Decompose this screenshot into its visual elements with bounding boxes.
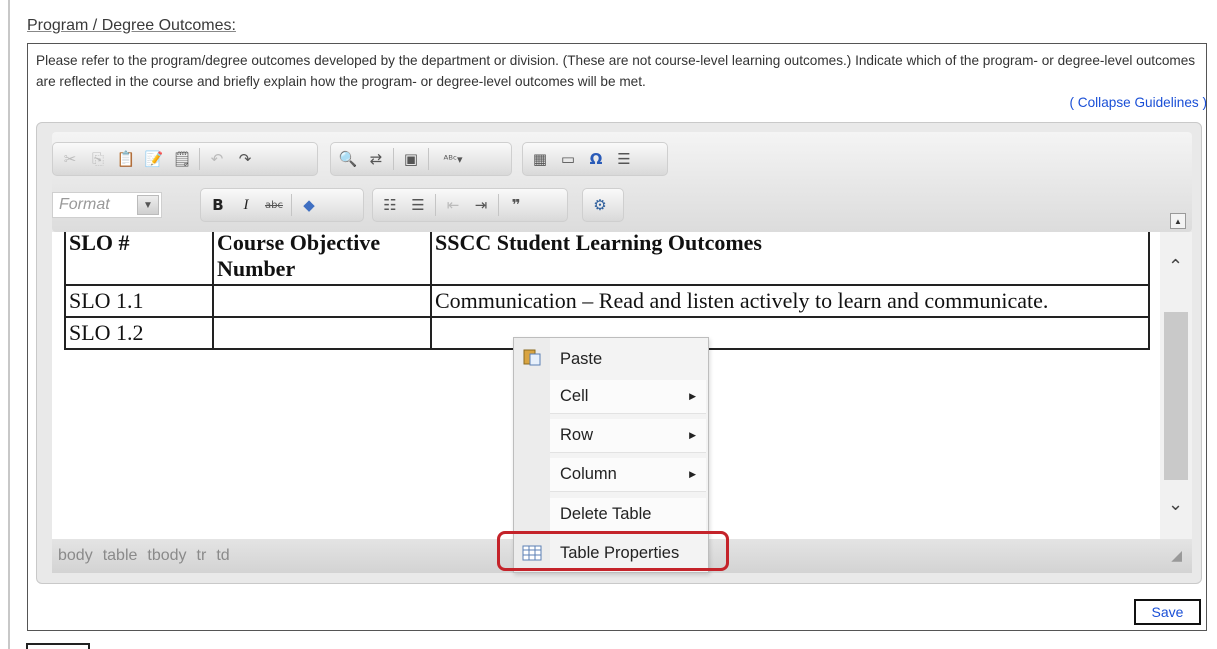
chevron-right-icon: ▶ [689, 430, 696, 440]
chevron-right-icon: ▶ [689, 469, 696, 479]
menu-item-paste[interactable]: Paste [550, 342, 706, 376]
highlight-annotation [497, 531, 729, 571]
separator [498, 194, 499, 216]
clipboard-group: ✂ ⎘ 📋 📝 🗒 ↶ ↷ [52, 142, 318, 176]
separator [291, 194, 292, 216]
tools-group: ⚙ [582, 188, 624, 222]
format-placeholder: Format [59, 196, 110, 213]
guidelines-text: Please refer to the program/degree outco… [36, 53, 1196, 89]
copy-icon[interactable]: ⎘ [87, 148, 109, 170]
table-row: SLO 1.1 Communication – Read and listen … [64, 284, 1150, 318]
replace-icon[interactable]: ⇄ [365, 148, 387, 170]
bulleted-list-icon[interactable]: ☰ [407, 194, 429, 216]
format-select[interactable]: Format ▼ [52, 192, 162, 218]
menu-item-label: Cell [560, 387, 589, 405]
style-group: B I abc ◆ [200, 188, 364, 222]
spellcheck-icon[interactable]: ᴬᴮᶜ▾ [435, 148, 471, 170]
chevron-down-icon[interactable]: ▼ [137, 195, 159, 215]
horizontal-rule-icon[interactable]: ▭ [557, 148, 579, 170]
table-header-row: SLO # Course Objective Number SSCC Stude… [64, 232, 1150, 286]
paste-icon [523, 349, 541, 366]
table-cell[interactable]: Communication – Read and listen actively… [430, 284, 1150, 318]
indent-icon[interactable]: ⇥ [470, 194, 492, 216]
path-body[interactable]: body [58, 547, 93, 565]
table-icon[interactable]: ▦ [529, 148, 551, 170]
header-course-objective: Course Objective Number [212, 232, 432, 286]
separator [435, 194, 436, 216]
find-icon[interactable]: 🔍 [337, 148, 359, 170]
editor-scrollbar[interactable]: ⌃ ⌄ [1160, 232, 1192, 539]
menu-item-cell[interactable]: Cell ▶ [550, 380, 706, 414]
page-break-icon[interactable]: ☰ [613, 148, 635, 170]
select-all-icon[interactable]: ▣ [400, 148, 422, 170]
table-cell[interactable] [212, 316, 432, 350]
path-table[interactable]: table [103, 547, 138, 565]
resize-grip-icon[interactable]: ◢ [1171, 547, 1182, 564]
menu-item-label: Column [560, 465, 617, 483]
menu-item-label: Paste [560, 349, 603, 368]
chevron-down-icon[interactable]: ⌄ [1168, 494, 1183, 515]
table-cell[interactable]: SLO 1.1 [64, 284, 214, 318]
paste-text-icon[interactable]: 📝 [143, 148, 165, 170]
left-border [8, 0, 10, 649]
menu-item-label: Delete Table [560, 505, 652, 523]
remove-format-icon[interactable]: ◆ [298, 194, 320, 216]
special-char-icon[interactable]: Ω [585, 148, 607, 170]
blockquote-icon[interactable]: ❞ [505, 194, 527, 216]
edit-group: 🔍 ⇄ ▣ ᴬᴮᶜ▾ [330, 142, 512, 176]
menu-item-column[interactable]: Column ▶ [550, 458, 706, 492]
undo-icon[interactable]: ↶ [206, 148, 228, 170]
strike-icon[interactable]: abc [263, 194, 285, 216]
menu-item-label: Row [560, 426, 594, 444]
collapse-guidelines-link[interactable]: ( Collapse Guidelines ) [1069, 95, 1207, 110]
redo-icon[interactable]: ↷ [234, 148, 256, 170]
insert-group: ▦ ▭ Ω ☰ [522, 142, 668, 176]
outcomes-table: SLO # Course Objective Number SSCC Stude… [64, 232, 1150, 350]
table-cell[interactable] [212, 284, 432, 318]
section-title: Program / Degree Outcomes: [27, 17, 236, 34]
table-cell[interactable]: SLO 1.2 [64, 316, 214, 350]
header-slo: SLO # [64, 232, 214, 286]
outdent-icon[interactable]: ⇤ [442, 194, 464, 216]
collapse-toolbar-icon[interactable]: ▲ [1170, 213, 1186, 229]
editor-toolbar: ✂ ⎘ 📋 📝 🗒 ↶ ↷ 🔍 ⇄ ▣ ᴬᴮᶜ▾ ▦ ▭ Ω ☰ Format … [52, 132, 1192, 232]
path-tbody[interactable]: tbody [147, 547, 186, 565]
italic-icon[interactable]: I [235, 194, 257, 216]
separator [199, 148, 200, 170]
chevron-up-icon[interactable]: ⌃ [1168, 256, 1183, 277]
paste-word-icon[interactable]: 🗒 [171, 148, 193, 170]
chevron-right-icon: ▶ [689, 391, 696, 401]
path-td[interactable]: td [216, 547, 229, 565]
next-panel-edge [26, 643, 90, 649]
list-group: ☷ ☰ ⇤ ⇥ ❞ [372, 188, 568, 222]
paste-icon[interactable]: 📋 [115, 148, 137, 170]
header-outcomes: SSCC Student Learning Outcomes [430, 232, 1150, 286]
cut-icon[interactable]: ✂ [59, 148, 81, 170]
scroll-thumb[interactable] [1164, 312, 1188, 480]
separator [428, 148, 429, 170]
menu-item-delete-table[interactable]: Delete Table [550, 498, 706, 532]
separator [393, 148, 394, 170]
maximize-icon[interactable]: ⚙ [589, 194, 611, 216]
save-button[interactable]: Save [1134, 599, 1201, 625]
path-tr[interactable]: tr [197, 547, 207, 565]
bold-icon[interactable]: B [207, 194, 229, 216]
menu-item-row[interactable]: Row ▶ [550, 419, 706, 453]
numbered-list-icon[interactable]: ☷ [379, 194, 401, 216]
